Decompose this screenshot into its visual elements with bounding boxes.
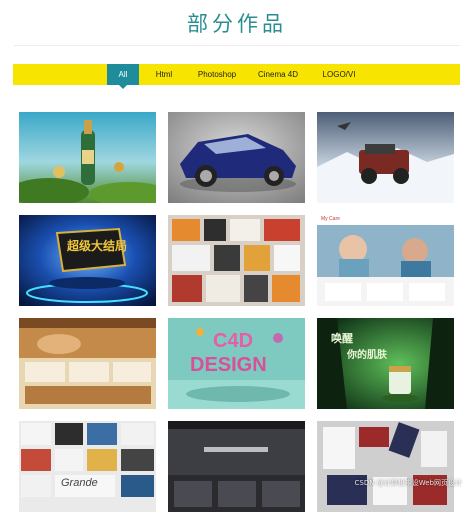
- tab-logo-vi-label: LOGO/VI: [322, 70, 356, 79]
- stage-logo-image[interactable]: 超级大结局: [19, 215, 156, 306]
- csdn-watermark: CSDN @计算机毕设Web网页设计: [354, 479, 462, 487]
- web-layout-image[interactable]: [19, 318, 156, 409]
- design-title-text: DESIGN: [190, 354, 267, 376]
- bottle-poster-image[interactable]: [19, 112, 156, 203]
- tab-all-label: All: [118, 70, 128, 79]
- vi-collage-image[interactable]: [168, 215, 305, 306]
- title-divider: [14, 45, 460, 46]
- logo-collage-image[interactable]: Grande: [19, 421, 156, 512]
- jeep-snow-image[interactable]: [317, 112, 454, 203]
- tab-all[interactable]: All: [107, 64, 139, 89]
- c4d-design-image[interactable]: C4D DESIGN: [168, 318, 305, 409]
- forest-subline-text: 你的肌肤: [347, 350, 387, 361]
- c4d-title-text: C4D: [213, 330, 254, 352]
- forest-headline-text: 唤醒: [331, 333, 353, 345]
- tab-photoshop-label: Photoshop: [197, 70, 237, 79]
- stationery-vi-image[interactable]: [317, 421, 454, 512]
- forest-product-image[interactable]: 唤醒 你的肌肤: [317, 318, 454, 409]
- tab-html-label: Html: [155, 70, 173, 79]
- my-care-logo-text: My Care: [321, 216, 340, 222]
- tab-photoshop[interactable]: Photoshop: [189, 64, 245, 85]
- tab-cinema4d-label: Cinema 4D: [257, 70, 298, 79]
- tab-html[interactable]: Html: [143, 64, 185, 85]
- grande-logo-text: Grande: [61, 477, 98, 489]
- tab-cinema4d[interactable]: Cinema 4D: [249, 64, 307, 85]
- tab-logo-vi[interactable]: LOGO/VI: [313, 64, 365, 85]
- dark-website-image[interactable]: [168, 421, 305, 512]
- stage-logo-text: 超级大结局: [67, 239, 128, 253]
- active-caret-icon: [119, 85, 127, 89]
- blue-car-image[interactable]: [168, 112, 305, 203]
- page-title: 部分作品: [187, 12, 287, 36]
- website-screenshot-image[interactable]: My Care: [317, 215, 454, 306]
- filter-nav: All Html Photoshop Cinema 4D LOGO/VI: [13, 64, 460, 89]
